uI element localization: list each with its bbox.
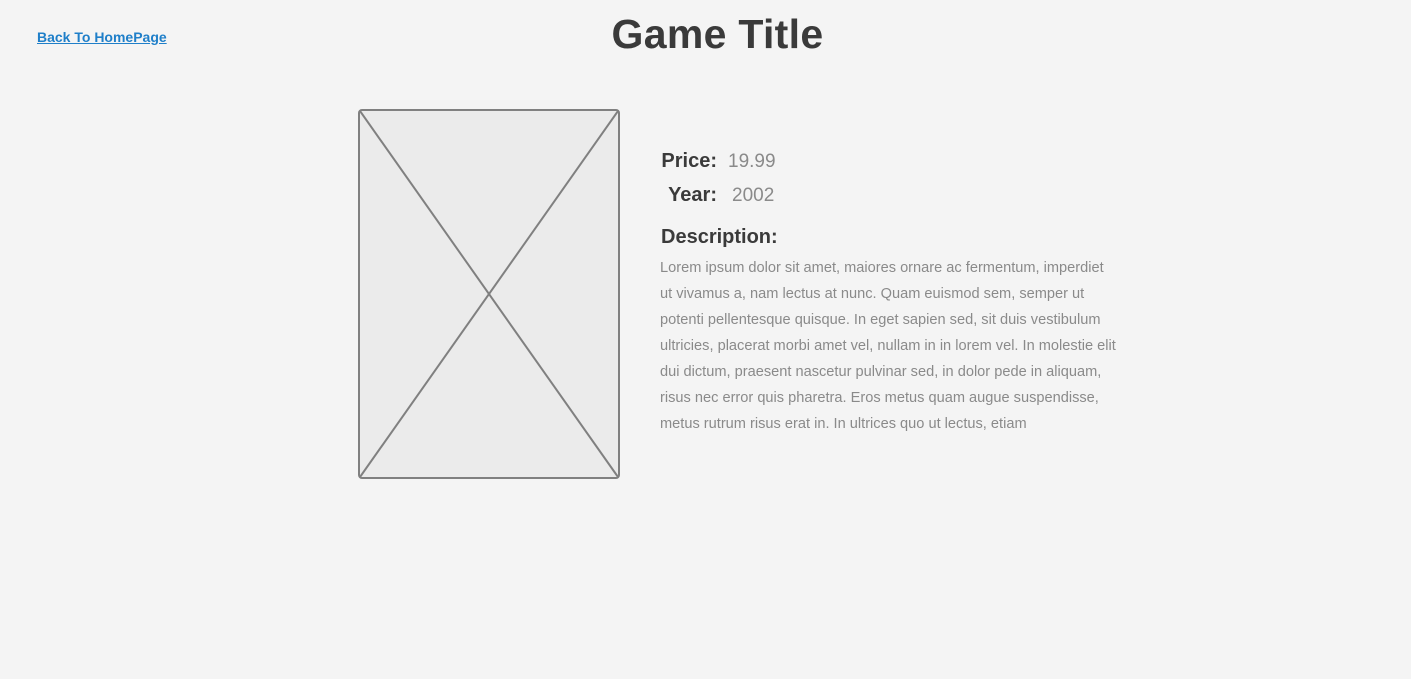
- game-cover-image: [358, 109, 620, 479]
- year-value: 2002: [732, 185, 775, 206]
- year-row: Year: 2002: [660, 184, 1120, 218]
- description-text: Lorem ipsum dolor sit amet, maiores orna…: [660, 260, 1116, 432]
- page-title: Game Title: [611, 11, 824, 57]
- price-row: Price: 19.99: [660, 150, 1120, 184]
- year-label: Year:: [668, 184, 717, 206]
- price-value: 19.99: [728, 151, 776, 172]
- game-details: Price: 19.99 Year: 2002 Description: Lor…: [660, 150, 1120, 457]
- image-placeholder-icon: [358, 109, 620, 479]
- price-label: Price:: [661, 150, 717, 172]
- description-heading: Description:: [661, 226, 778, 248]
